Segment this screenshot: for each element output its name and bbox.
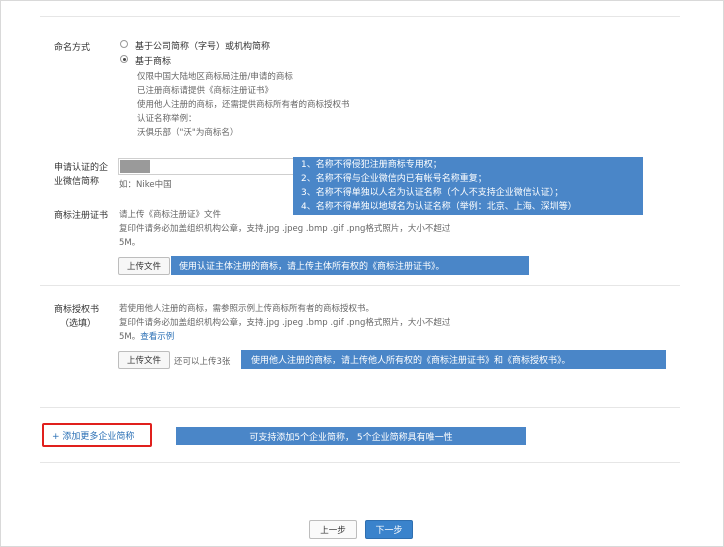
add-more-link[interactable]: + 添加更多企业简称 — [52, 429, 134, 442]
trademark-cert-line1: 请上传《商标注册证》文件 — [119, 210, 222, 220]
trademark-auth-label-2: （选填） — [60, 319, 97, 329]
wechat-name-input[interactable] — [118, 158, 294, 175]
trademark-cert-line3: 5M。 — [119, 238, 141, 248]
trademark-auth-line2: 复印件请务必加盖组织机构公章，支持.jpg .jpeg .bmp .gif .p… — [119, 318, 451, 328]
naming-desc-5: 沃俱乐部（"沃"为商标名） — [137, 128, 239, 138]
naming-desc-2: 已注册商标请提供《商标注册证书》 — [137, 86, 274, 96]
redacted-value — [120, 160, 150, 173]
radio-company-abbr[interactable] — [120, 40, 128, 48]
rule-3: 3、名称不得单独以人名为认证名称（个人不支持企业微信认证）； — [301, 188, 564, 198]
cert-callout: 使用认证主体注册的商标，请上传主体所有权的《商标注册证书》。 — [171, 256, 529, 275]
divider-top — [40, 16, 680, 17]
trademark-cert-label: 商标注册证书 — [54, 211, 109, 221]
rule-4: 4、名称不得单独以地域名为认证名称（举例：北京、上海、深圳等） — [301, 202, 577, 212]
wechat-name-label-2: 业微信简称 — [54, 177, 100, 187]
option-company-abbr-label: 基于公司简称（字号）或机构简称 — [135, 42, 271, 52]
naming-label: 命名方式 — [54, 43, 91, 53]
prev-step-button[interactable]: 上一步 — [309, 520, 357, 539]
naming-desc-1: 仅限中国大陆地区商标局注册/申请的商标 — [137, 72, 293, 82]
upload-auth-button[interactable]: 上传文件 — [118, 351, 170, 369]
add-more-callout: 可支持添加5个企业简称， 5个企业简称具有唯一性 — [176, 427, 526, 445]
upload-cert-button[interactable]: 上传文件 — [118, 257, 170, 275]
view-example-link[interactable]: 查看示例 — [140, 332, 174, 342]
wechat-name-label-1: 申请认证的企 — [54, 163, 109, 173]
next-step-button[interactable]: 下一步 — [365, 520, 413, 539]
upload-remaining: 还可以上传3张 — [174, 357, 231, 367]
naming-desc-4: 认证名称举例： — [137, 114, 197, 124]
trademark-auth-line3: 5M。查看示例 — [119, 330, 174, 342]
trademark-auth-label-1: 商标授权书 — [54, 305, 100, 315]
divider-mid — [40, 285, 680, 286]
trademark-auth-line1: 若使用他人注册的商标，需参照示例上传商标所有者的商标授权书。 — [119, 304, 375, 314]
naming-desc-3: 使用他人注册的商标，还需提供商标所有者的商标授权书 — [137, 100, 350, 110]
divider-lower — [40, 407, 680, 408]
divider-bottom — [40, 462, 680, 463]
auth-callout: 使用他人注册的商标，请上传他人所有权的《商标注册证书》和《商标授权书》。 — [241, 350, 666, 369]
radio-trademark[interactable] — [120, 55, 128, 63]
trademark-auth-size: 5M。 — [119, 332, 141, 342]
rule-2: 2、名称不得与企业微信内已有帐号名称重复； — [301, 174, 487, 184]
wechat-name-hint: 如：Nike中国 — [119, 180, 172, 190]
rule-1: 1、名称不得侵犯注册商标专用权； — [301, 160, 442, 170]
name-rules-callout: 1、名称不得侵犯注册商标专用权； 2、名称不得与企业微信内已有帐号名称重复； 3… — [293, 157, 643, 215]
trademark-cert-line2: 复印件请务必加盖组织机构公章，支持.jpg .jpeg .bmp .gif .p… — [119, 224, 451, 234]
option-trademark-label: 基于商标 — [135, 57, 172, 67]
